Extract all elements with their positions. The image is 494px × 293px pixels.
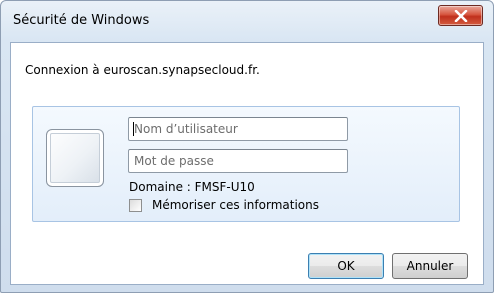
username-input[interactable] bbox=[128, 117, 348, 141]
title-bar[interactable]: Sécurité de Windows bbox=[1, 1, 493, 41]
connection-message: Connexion à euroscan.synapsecloud.fr. bbox=[25, 63, 260, 77]
remember-checkbox[interactable] bbox=[129, 199, 142, 212]
close-button[interactable] bbox=[438, 5, 483, 26]
remember-label[interactable]: Mémoriser ces informations bbox=[152, 198, 319, 212]
windows-security-dialog: Sécurité de Windows Connexion à euroscan… bbox=[0, 0, 494, 293]
cancel-button[interactable]: Annuler bbox=[392, 253, 468, 279]
window-title: Sécurité de Windows bbox=[13, 13, 150, 28]
domain-label: Domaine : FMSF-U10 bbox=[129, 180, 255, 194]
close-x-icon bbox=[454, 10, 468, 22]
ok-button[interactable]: OK bbox=[308, 253, 384, 279]
credential-panel[interactable]: Domaine : FMSF-U10 Mémoriser ces informa… bbox=[32, 106, 460, 222]
dialog-content: Connexion à euroscan.synapsecloud.fr. Do… bbox=[10, 42, 484, 285]
text-cursor bbox=[133, 122, 134, 136]
password-input[interactable] bbox=[128, 149, 348, 173]
user-tile-icon bbox=[46, 129, 104, 187]
